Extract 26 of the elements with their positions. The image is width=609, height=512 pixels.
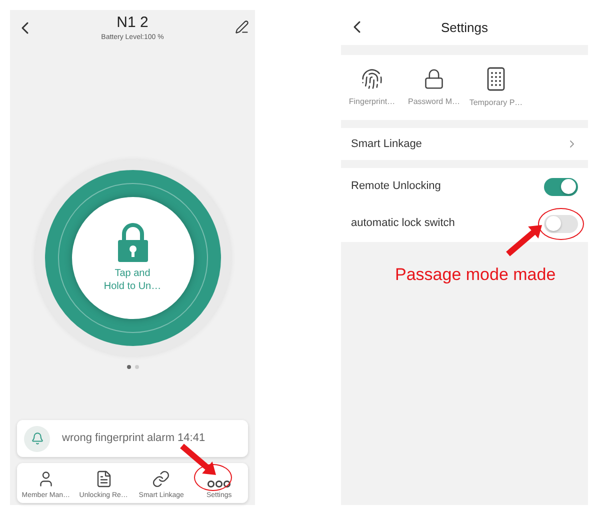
annotation-arrow	[180, 444, 216, 475]
notification-text: wrong fingerprint alarm 14:41	[62, 431, 206, 446]
link-icon	[152, 470, 170, 488]
fingerprint-icon	[361, 68, 383, 90]
keypad-icon	[487, 66, 505, 90]
toggle-switch[interactable]	[544, 214, 578, 232]
notification-card[interactable]: wrong fingerprint alarm 14:41	[17, 420, 248, 457]
unlock-button[interactable]: Tap and Hold to Un…	[34, 160, 230, 356]
padlock-icon	[116, 223, 150, 263]
shortcut-item[interactable]: Password M…	[403, 68, 465, 108]
screen-title: Settings	[441, 18, 488, 37]
bell-icon	[30, 432, 44, 445]
more-icon	[207, 480, 232, 488]
setting-label: Remote Unlocking	[351, 179, 441, 194]
toggle-switch[interactable]	[544, 178, 578, 196]
setting-label: automatic lock switch	[351, 216, 455, 232]
shortcut-item[interactable]: Temporary P…	[465, 66, 527, 108]
shortcut-item[interactable]: Fingerprint…	[341, 68, 403, 108]
padlock-icon	[423, 68, 445, 90]
annotation-note: Passage mode made	[395, 264, 557, 286]
annotation-arrow	[506, 225, 542, 256]
device-title: N1 2	[116, 13, 148, 33]
document-icon	[94, 470, 113, 488]
edit-icon[interactable]	[235, 20, 249, 34]
smart-linkage-row[interactable]: Smart Linkage	[341, 128, 588, 160]
unlock-hint: Tap and Hold to Un…	[104, 267, 162, 293]
